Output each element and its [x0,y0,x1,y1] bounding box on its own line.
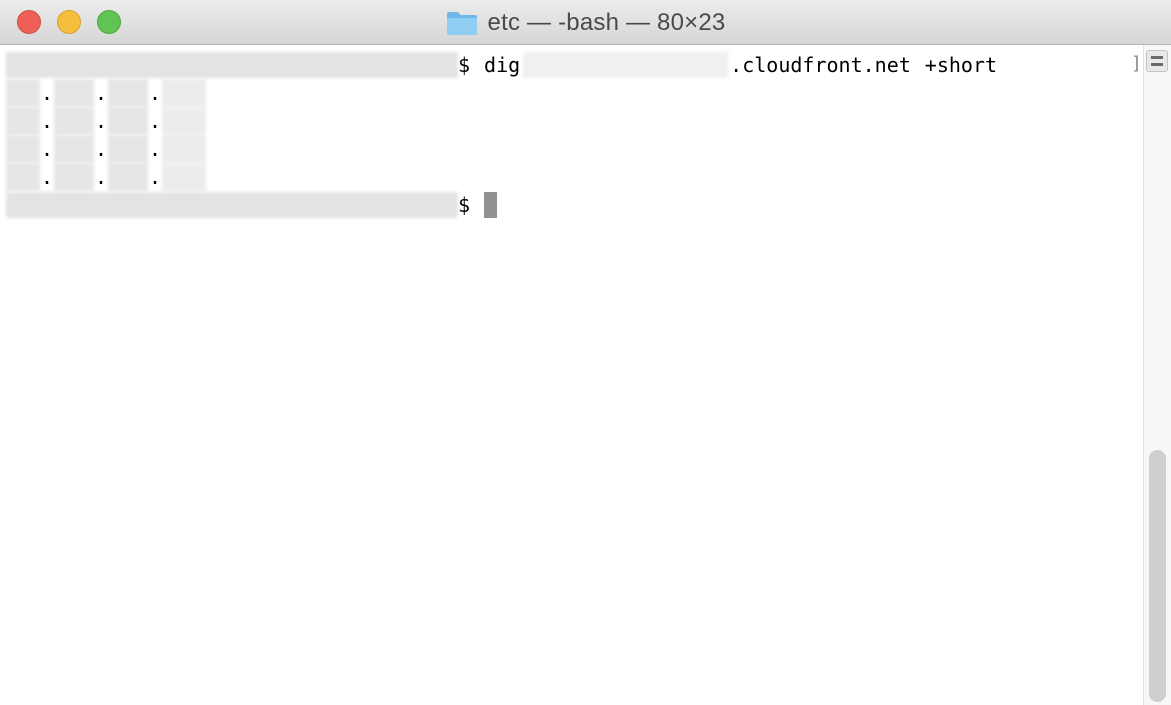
right-bracket: ] [1131,53,1142,74]
terminal-content[interactable]: $ dig .cloudfront.net +short ... ... ... … [0,45,1143,705]
redacted-octet [162,163,206,191]
prompt-symbol: $ [458,193,471,217]
redacted-prompt [6,52,458,78]
redacted-octet [108,79,148,107]
redacted-octet [162,135,206,163]
result-line: ... [6,79,206,107]
window-title-text: etc — -bash — 80×23 [487,9,726,36]
result-line: ... [6,135,206,163]
redacted-octet [108,107,148,135]
terminal-window: etc — -bash — 80×23 $ dig .cloudfront.net… [0,0,1171,705]
result-line: ... [6,107,206,135]
command-flag: +short [924,53,998,77]
command-verb: dig [484,53,521,77]
redacted-octet [6,79,40,107]
folder-icon [446,12,477,35]
command-domain: .cloudfront.net [730,53,911,77]
split-pane-icon[interactable] [1146,50,1168,72]
prompt-line: $ [6,191,498,219]
redacted-octet [54,79,94,107]
redacted-prompt [6,192,458,218]
redacted-octet [108,163,148,191]
redacted-octet [54,135,94,163]
redacted-subdomain [523,52,729,78]
scrollbar-thumb[interactable] [1149,450,1166,702]
redacted-octet [162,79,206,107]
command-line: $ dig .cloudfront.net +short [6,51,997,79]
redacted-octet [54,163,94,191]
result-line: ... [6,163,206,191]
redacted-octet [108,135,148,163]
title-bar[interactable]: etc — -bash — 80×23 [0,0,1171,45]
redacted-octet [6,107,40,135]
text-cursor [484,192,498,218]
redacted-octet [162,107,206,135]
redacted-octet [6,135,40,163]
redacted-octet [6,163,40,191]
window-title: etc — -bash — 80×23 [0,9,1171,37]
prompt-symbol: $ [458,53,471,77]
redacted-octet [54,107,94,135]
